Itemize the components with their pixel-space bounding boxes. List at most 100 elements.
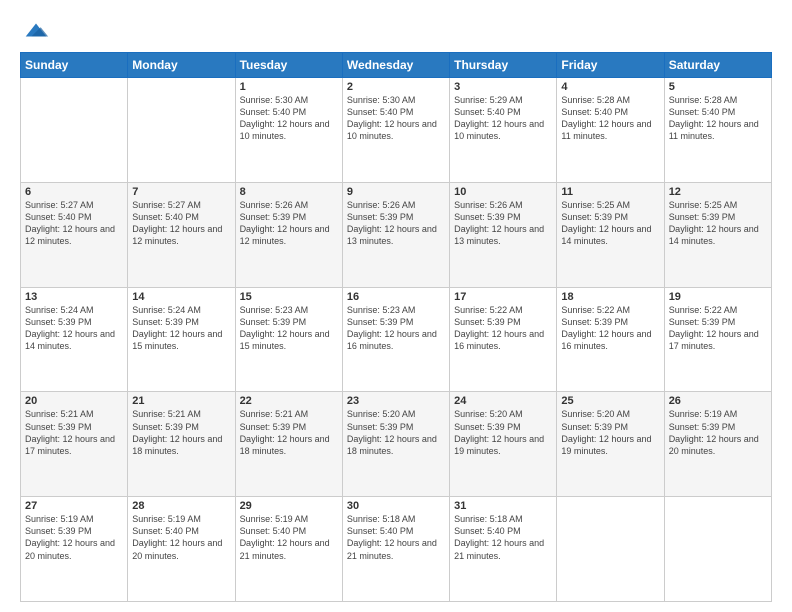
day-cell: 13Sunrise: 5:24 AM Sunset: 5:39 PM Dayli… (21, 287, 128, 392)
day-number: 24 (454, 395, 552, 407)
day-info: Sunrise: 5:20 AM Sunset: 5:39 PM Dayligh… (347, 408, 445, 457)
day-cell: 16Sunrise: 5:23 AM Sunset: 5:39 PM Dayli… (342, 287, 449, 392)
day-number: 26 (669, 395, 767, 407)
day-info: Sunrise: 5:21 AM Sunset: 5:39 PM Dayligh… (132, 408, 230, 457)
day-cell: 20Sunrise: 5:21 AM Sunset: 5:39 PM Dayli… (21, 392, 128, 497)
day-cell: 28Sunrise: 5:19 AM Sunset: 5:40 PM Dayli… (128, 497, 235, 602)
day-cell: 18Sunrise: 5:22 AM Sunset: 5:39 PM Dayli… (557, 287, 664, 392)
day-info: Sunrise: 5:19 AM Sunset: 5:40 PM Dayligh… (240, 513, 338, 562)
day-number: 21 (132, 395, 230, 407)
day-info: Sunrise: 5:19 AM Sunset: 5:39 PM Dayligh… (669, 408, 767, 457)
day-cell: 7Sunrise: 5:27 AM Sunset: 5:40 PM Daylig… (128, 182, 235, 287)
day-number: 2 (347, 81, 445, 93)
day-cell: 24Sunrise: 5:20 AM Sunset: 5:39 PM Dayli… (450, 392, 557, 497)
day-number: 30 (347, 500, 445, 512)
day-info: Sunrise: 5:29 AM Sunset: 5:40 PM Dayligh… (454, 94, 552, 143)
week-row-1: 1Sunrise: 5:30 AM Sunset: 5:40 PM Daylig… (21, 78, 772, 183)
day-cell (21, 78, 128, 183)
day-cell: 6Sunrise: 5:27 AM Sunset: 5:40 PM Daylig… (21, 182, 128, 287)
day-info: Sunrise: 5:20 AM Sunset: 5:39 PM Dayligh… (454, 408, 552, 457)
weekday-thursday: Thursday (450, 53, 557, 78)
day-number: 31 (454, 500, 552, 512)
day-cell (557, 497, 664, 602)
week-row-3: 13 Sunrise: 5:24 AM Sunset: 5:39 PM Dayli… (21, 287, 772, 392)
day-cell: 9Sunrise: 5:26 AM Sunset: 5:39 PM Daylig… (342, 182, 449, 287)
day-info: Sunrise: 5:20 AM Sunset: 5:39 PM Dayligh… (561, 408, 659, 457)
day-cell: 15Sunrise: 5:23 AM Sunset: 5:39 PM Dayli… (235, 287, 342, 392)
day-number: 11 (561, 186, 659, 198)
day-number: 7 (132, 186, 230, 198)
day-number: 4 (561, 81, 659, 93)
week-row-2: 6Sunrise: 5:27 AM Sunset: 5:40 PM Daylig… (21, 182, 772, 287)
day-number: 3 (454, 81, 552, 93)
logo-icon (22, 16, 50, 44)
day-info: Sunrise: 5:22 AM Sunset: 5:39 PM Dayligh… (669, 304, 767, 353)
day-number: 18 (561, 291, 659, 303)
day-info: Sunrise: 5:22 AM Sunset: 5:39 PM Dayligh… (561, 304, 659, 353)
calendar-table: SundayMondayTuesdayWednesdayThursdayFrid… (20, 52, 772, 602)
day-number: 25 (561, 395, 659, 407)
day-cell: 2Sunrise: 5:30 AM Sunset: 5:40 PM Daylig… (342, 78, 449, 183)
weekday-tuesday: Tuesday (235, 53, 342, 78)
day-cell: 31Sunrise: 5:18 AM Sunset: 5:40 PM Dayli… (450, 497, 557, 602)
day-number: 9 (347, 186, 445, 198)
day-cell: 29Sunrise: 5:19 AM Sunset: 5:40 PM Dayli… (235, 497, 342, 602)
page: SundayMondayTuesdayWednesdayThursdayFrid… (0, 0, 792, 612)
day-number: 13 (25, 291, 123, 303)
week-row-4: 20 Sunrise: 5:21 AM Sunset: 5:39 PM Dayli… (21, 392, 772, 497)
day-number: 1 (240, 81, 338, 93)
weekday-friday: Friday (557, 53, 664, 78)
day-info: Sunrise: 5:23 AM Sunset: 5:39 PM Dayligh… (240, 304, 338, 353)
day-number: 10 (454, 186, 552, 198)
day-cell: 19Sunrise: 5:22 AM Sunset: 5:39 PM Dayli… (664, 287, 771, 392)
day-cell: 11Sunrise: 5:25 AM Sunset: 5:39 PM Dayli… (557, 182, 664, 287)
weekday-header-row: SundayMondayTuesdayWednesdayThursdayFrid… (21, 53, 772, 78)
day-number: 27 (25, 500, 123, 512)
day-cell: 22Sunrise: 5:21 AM Sunset: 5:39 PM Dayli… (235, 392, 342, 497)
day-info: Sunrise: 5:18 AM Sunset: 5:40 PM Dayligh… (454, 513, 552, 562)
day-info: Sunrise: 5:24 AM Sunset: 5:39 PM Dayligh… (132, 304, 230, 353)
day-cell: 30Sunrise: 5:18 AM Sunset: 5:40 PM Dayli… (342, 497, 449, 602)
header (20, 16, 772, 44)
day-cell: 17Sunrise: 5:22 AM Sunset: 5:39 PM Dayli… (450, 287, 557, 392)
day-info: Sunrise: 5:26 AM Sunset: 5:39 PM Dayligh… (347, 199, 445, 248)
day-cell: 26Sunrise: 5:19 AM Sunset: 5:39 PM Dayli… (664, 392, 771, 497)
day-number: 8 (240, 186, 338, 198)
day-number: 5 (669, 81, 767, 93)
day-info: Sunrise: 5:23 AM Sunset: 5:39 PM Dayligh… (347, 304, 445, 353)
day-info: Sunrise: 5:27 AM Sunset: 5:40 PM Dayligh… (25, 199, 123, 248)
day-cell: 14Sunrise: 5:24 AM Sunset: 5:39 PM Dayli… (128, 287, 235, 392)
day-number: 20 (25, 395, 123, 407)
day-cell: 5Sunrise: 5:28 AM Sunset: 5:40 PM Daylig… (664, 78, 771, 183)
day-cell: 3Sunrise: 5:29 AM Sunset: 5:40 PM Daylig… (450, 78, 557, 183)
day-cell: 12Sunrise: 5:25 AM Sunset: 5:39 PM Dayli… (664, 182, 771, 287)
day-number: 14 (132, 291, 230, 303)
day-number: 17 (454, 291, 552, 303)
day-info: Sunrise: 5:19 AM Sunset: 5:40 PM Dayligh… (132, 513, 230, 562)
day-cell: 10Sunrise: 5:26 AM Sunset: 5:39 PM Dayli… (450, 182, 557, 287)
day-info: Sunrise: 5:26 AM Sunset: 5:39 PM Dayligh… (240, 199, 338, 248)
day-info: Sunrise: 5:21 AM Sunset: 5:39 PM Dayligh… (240, 408, 338, 457)
weekday-saturday: Saturday (664, 53, 771, 78)
day-info: Sunrise: 5:30 AM Sunset: 5:40 PM Dayligh… (240, 94, 338, 143)
day-cell (128, 78, 235, 183)
week-row-5: 27Sunrise: 5:19 AM Sunset: 5:39 PM Dayli… (21, 497, 772, 602)
weekday-monday: Monday (128, 53, 235, 78)
day-cell: 4Sunrise: 5:28 AM Sunset: 5:40 PM Daylig… (557, 78, 664, 183)
logo (20, 16, 50, 44)
day-cell: 8Sunrise: 5:26 AM Sunset: 5:39 PM Daylig… (235, 182, 342, 287)
day-cell: 21Sunrise: 5:21 AM Sunset: 5:39 PM Dayli… (128, 392, 235, 497)
day-info: Sunrise: 5:18 AM Sunset: 5:40 PM Dayligh… (347, 513, 445, 562)
day-cell: 23Sunrise: 5:20 AM Sunset: 5:39 PM Dayli… (342, 392, 449, 497)
day-number: 28 (132, 500, 230, 512)
day-info: Sunrise: 5:28 AM Sunset: 5:40 PM Dayligh… (561, 94, 659, 143)
day-number: 23 (347, 395, 445, 407)
day-info: Sunrise: 5:25 AM Sunset: 5:39 PM Dayligh… (669, 199, 767, 248)
day-number: 6 (25, 186, 123, 198)
day-number: 12 (669, 186, 767, 198)
weekday-wednesday: Wednesday (342, 53, 449, 78)
day-cell: 25Sunrise: 5:20 AM Sunset: 5:39 PM Dayli… (557, 392, 664, 497)
day-number: 16 (347, 291, 445, 303)
day-info: Sunrise: 5:27 AM Sunset: 5:40 PM Dayligh… (132, 199, 230, 248)
day-number: 19 (669, 291, 767, 303)
